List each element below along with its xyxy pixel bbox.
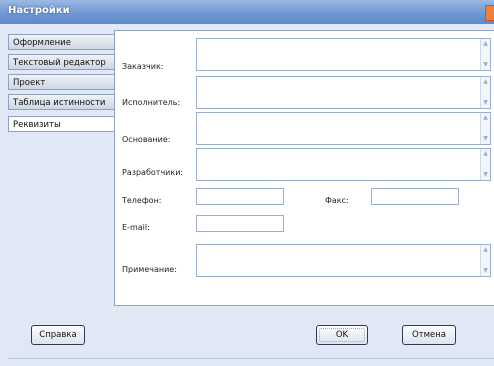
customer-scrollbar[interactable]: ▲ ▼ [480,39,490,70]
tab-requisites[interactable]: Реквизиты [8,116,118,132]
settings-dialog: Настройки Оформление Текстовый редактор … [0,0,494,366]
scroll-up-icon[interactable]: ▲ [482,40,489,48]
executor-field[interactable]: ▲ ▼ [196,76,491,109]
tab-text-editor[interactable]: Текстовый редактор [8,54,116,70]
tab-truth-table[interactable]: Таблица истинности [8,94,116,110]
developers-field[interactable]: ▲ ▼ [196,148,491,181]
scroll-up-icon[interactable]: ▲ [482,78,489,86]
scroll-down-icon[interactable]: ▼ [482,135,489,143]
basis-field[interactable]: ▲ ▼ [196,112,491,145]
tab-list: Оформление Текстовый редактор Проект Таб… [8,34,118,324]
ok-button-label: OK [335,330,349,340]
basis-scrollbar[interactable]: ▲ ▼ [480,113,490,144]
scroll-up-icon[interactable]: ▲ [482,150,489,158]
divider [8,358,494,359]
executor-label: Исполнитель: [122,98,181,107]
ok-button[interactable]: OK [316,325,368,345]
email-input[interactable] [196,215,284,232]
fax-label: Факс: [325,196,349,205]
tab-appearance[interactable]: Оформление [8,34,116,50]
scroll-down-icon[interactable]: ▼ [482,99,489,107]
note-scrollbar[interactable]: ▲ ▼ [480,245,490,276]
scroll-down-icon[interactable]: ▼ [482,171,489,179]
help-button-label: Справка [39,330,77,340]
phone-input[interactable] [196,188,284,205]
developers-scrollbar[interactable]: ▲ ▼ [480,149,490,180]
phone-label: Телефон: [122,196,162,205]
executor-scrollbar[interactable]: ▲ ▼ [480,77,490,108]
basis-label: Основание: [122,135,171,144]
cancel-button[interactable]: Отмена [402,325,456,345]
close-icon[interactable] [485,5,494,21]
scroll-up-icon[interactable]: ▲ [482,114,489,122]
note-label: Примечание: [122,265,177,274]
help-button[interactable]: Справка [31,325,85,345]
customer-label: Заказчик: [122,62,164,71]
developers-label: Разработчики: [122,168,184,177]
cancel-button-label: Отмена [411,330,447,340]
scroll-up-icon[interactable]: ▲ [482,246,489,254]
fax-input[interactable] [371,188,459,205]
tab-project[interactable]: Проект [8,74,116,90]
window-title: Настройки [8,5,70,16]
scroll-down-icon[interactable]: ▼ [482,61,489,69]
email-label: E-mail: [122,223,150,232]
note-field[interactable]: ▲ ▼ [196,244,491,277]
customer-field[interactable]: ▲ ▼ [196,38,491,71]
scroll-down-icon[interactable]: ▼ [482,267,489,275]
title-bar[interactable]: Настройки [0,0,494,24]
